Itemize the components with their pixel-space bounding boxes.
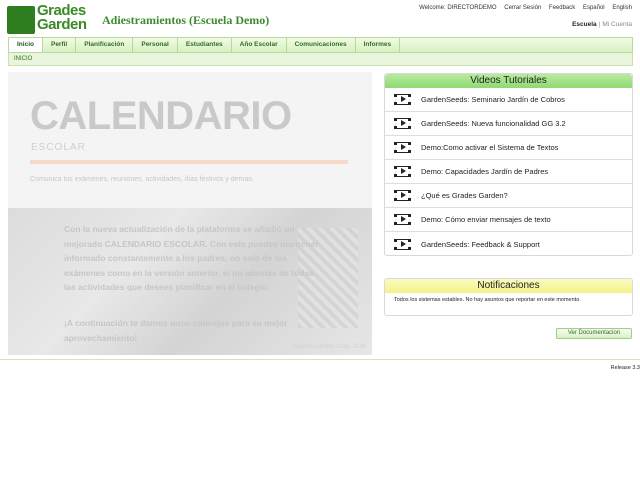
video-icon xyxy=(394,94,411,105)
video-label: ¿Qué es Grades Garden? xyxy=(421,191,508,200)
video-icon xyxy=(394,118,411,129)
grades-garden-logo[interactable]: Grades Garden xyxy=(7,3,93,36)
video-icon xyxy=(394,238,411,250)
notifications-title: Notificaciones xyxy=(385,279,632,293)
banner-subtitle: ESCOLAR xyxy=(31,142,86,153)
videos-panel: Videos Tutoriales GardenSeeds: Seminario… xyxy=(384,73,633,256)
video-item[interactable]: ¿Qué es Grades Garden? xyxy=(385,184,632,208)
calendar-banner[interactable]: CALENDARIO ESCOLAR Comunica tus exámenes… xyxy=(8,72,372,355)
video-icon xyxy=(394,190,411,201)
banner-accent-bar xyxy=(30,160,348,164)
video-icon xyxy=(394,166,411,177)
feedback-link[interactable]: Feedback xyxy=(549,5,575,11)
video-label: GardenSeeds: Nueva funcionalidad GG 3.2 xyxy=(421,119,566,128)
video-label: Demo:Como activar el Sistema de Textos xyxy=(421,143,559,152)
nav-inicio[interactable]: Inicio xyxy=(9,38,43,52)
top-links: Welcome: DIRECTORDEMO Cerrar Sesión Feed… xyxy=(413,5,632,11)
school-link[interactable]: Escuela xyxy=(572,21,597,28)
separator: | xyxy=(598,21,601,28)
breadcrumb: INICIO xyxy=(8,53,633,66)
video-item[interactable]: GardenSeeds: Feedback & Support xyxy=(385,232,632,256)
release-version: Release 3.3 xyxy=(610,365,640,371)
notifications-panel: Notificaciones Todos los sistemas establ… xyxy=(384,278,633,316)
nav-comunicaciones[interactable]: Comunicaciones xyxy=(287,38,356,52)
main-nav: Inicio Perfil Planificación Personal Est… xyxy=(8,37,633,53)
notifications-text: Todos los sistemas estables. No hay asun… xyxy=(394,297,581,303)
videos-title: Videos Tutoriales xyxy=(385,74,632,88)
video-icon xyxy=(394,214,411,225)
org-title: Adiestramientos (Escuela Demo) xyxy=(102,13,270,27)
logo-mark-icon xyxy=(7,6,35,34)
banner-description: Comunica tus exámenes, reuniones, activi… xyxy=(30,176,254,183)
video-item[interactable]: GardenSeeds: Nueva funcionalidad GG 3.2 xyxy=(385,112,632,136)
logo-line-2: Garden xyxy=(37,16,87,33)
nav-planificacion[interactable]: Planificación xyxy=(76,38,134,52)
my-account-link[interactable]: Mi Cuenta xyxy=(602,21,632,28)
footer-divider xyxy=(0,359,640,360)
video-item[interactable]: Demo: Capacidades Jardín de Padres xyxy=(385,160,632,184)
video-icon xyxy=(394,142,411,153)
banner-body: Con la nueva actualización de la platafo… xyxy=(64,224,319,292)
video-label: GardenSeeds: Seminario Jardín de Cobros xyxy=(421,95,565,104)
view-documentation-button[interactable]: Ver Documentacion xyxy=(556,328,632,339)
video-item[interactable]: Demo: Cómo enviar mensajes de texto xyxy=(385,208,632,232)
banner-cta: ¡A continuación te damos unos consejos p… xyxy=(64,318,288,343)
nav-estudiantes[interactable]: Estudiantes xyxy=(178,38,232,52)
account-switcher: Escuela | Mi Cuenta xyxy=(572,21,632,28)
lang-en-link[interactable]: English xyxy=(612,5,632,11)
nav-perfil[interactable]: Perfil xyxy=(43,38,77,52)
video-label: Demo: Capacidades Jardín de Padres xyxy=(421,167,549,176)
nav-ano-escolar[interactable]: Año Escolar xyxy=(232,38,287,52)
lang-es-link[interactable]: Español xyxy=(583,5,605,11)
banner-credit: Grades Garden Corp. 2016 xyxy=(293,344,366,350)
logout-link[interactable]: Cerrar Sesión xyxy=(504,5,541,11)
page: Grades Garden Adiestramientos (Escuela D… xyxy=(0,0,640,480)
video-item[interactable]: Demo:Como activar el Sistema de Textos xyxy=(385,136,632,160)
nav-informes[interactable]: Informes xyxy=(356,38,401,52)
video-label: GardenSeeds: Feedback & Support xyxy=(421,239,540,249)
welcome-text: Welcome: DIRECTORDEMO xyxy=(419,5,497,11)
video-item[interactable]: GardenSeeds: Seminario Jardín de Cobros xyxy=(385,88,632,112)
video-label: Demo: Cómo enviar mensajes de texto xyxy=(421,215,551,224)
nav-personal[interactable]: Personal xyxy=(133,38,178,52)
banner-title: CALENDARIO xyxy=(30,94,292,138)
